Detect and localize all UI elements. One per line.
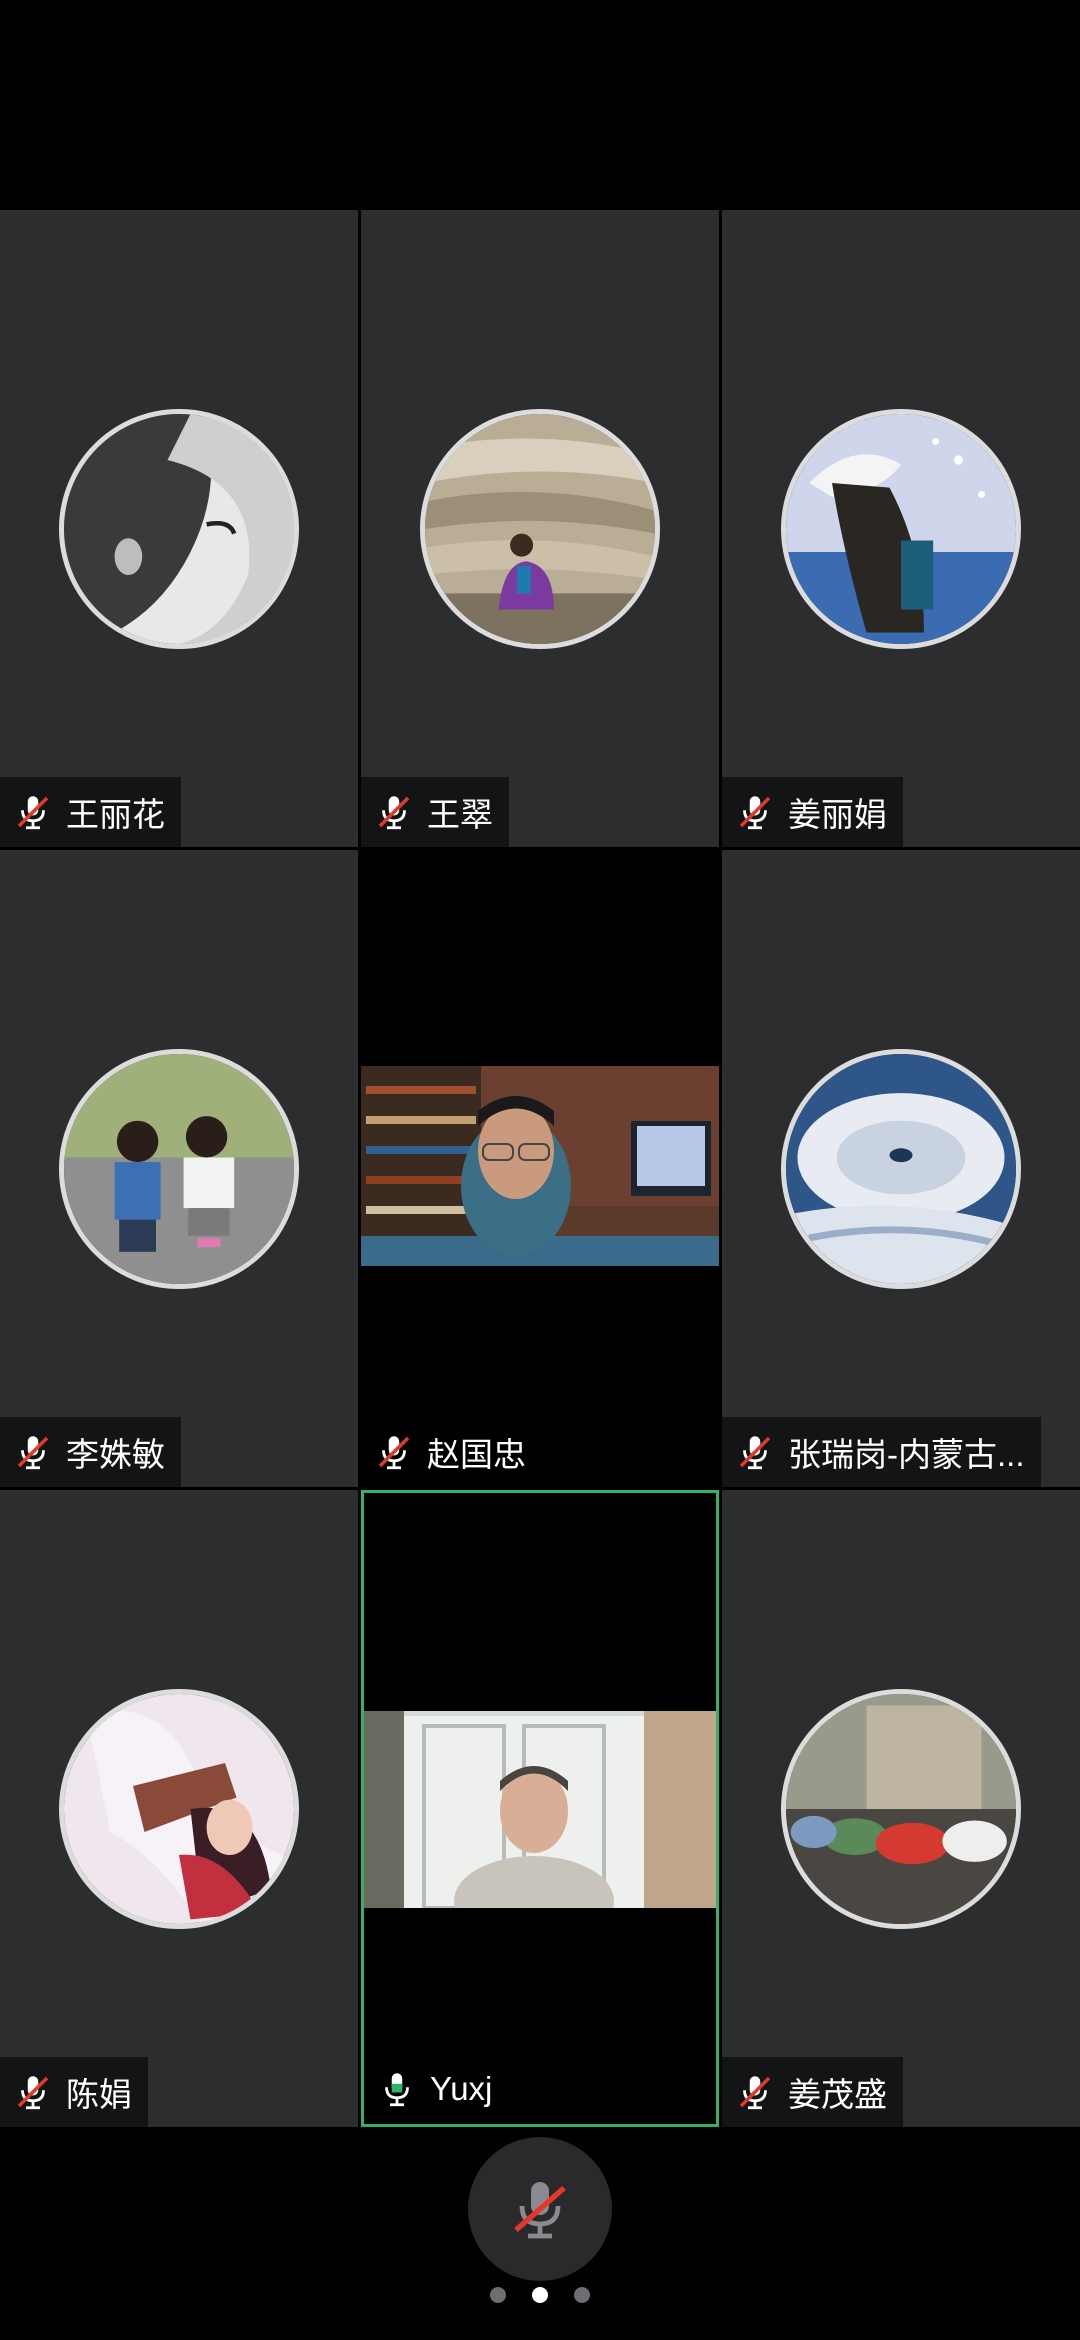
mic-muted-icon [378, 1436, 410, 1470]
participant-name: 姜茂盛 [788, 2076, 887, 2113]
participant-name: 王翠 [427, 796, 493, 833]
mic-muted-icon [378, 796, 410, 830]
mic-muted-icon [739, 2076, 771, 2110]
name-tag: 姜丽娟 [722, 777, 903, 847]
avatar [781, 1049, 1021, 1289]
participant-name: 李姝敏 [66, 1436, 165, 1473]
name-tag: 赵国忠 [361, 1417, 542, 1487]
page-dot-active[interactable] [532, 2287, 548, 2303]
name-tag: 姜茂盛 [722, 2057, 903, 2127]
participant-name: 张瑞岗-内蒙古... [788, 1436, 1025, 1473]
mic-muted-icon [514, 2182, 566, 2239]
page-dot[interactable] [574, 2287, 590, 2303]
meeting-controls [0, 2127, 1080, 2340]
participant-tile-video[interactable]: 赵国忠 [361, 850, 719, 1487]
mic-muted-icon [17, 1436, 49, 1470]
name-tag: 王丽花 [0, 777, 181, 847]
avatar [59, 1689, 299, 1929]
mute-toggle-button[interactable] [468, 2137, 612, 2281]
page-indicator[interactable] [0, 2287, 1080, 2303]
participant-tile[interactable]: 王丽花 [0, 210, 358, 847]
video-feed [361, 1066, 719, 1266]
mic-muted-icon [739, 796, 771, 830]
name-tag: 王翠 [361, 777, 509, 847]
avatar [781, 409, 1021, 649]
video-feed [364, 1711, 716, 1908]
page-dot[interactable] [490, 2287, 506, 2303]
participant-name: 姜丽娟 [788, 796, 887, 833]
mic-active-icon [385, 2073, 409, 2107]
participant-tile[interactable]: 李姝敏 [0, 850, 358, 1487]
avatar [420, 409, 660, 649]
participant-tile[interactable]: 姜丽娟 [722, 210, 1080, 847]
participant-name: Yuxj [430, 2070, 493, 2107]
name-tag: 李姝敏 [0, 1417, 181, 1487]
name-tag: 张瑞岗-内蒙古... [722, 1417, 1041, 1487]
participant-tile[interactable]: 姜茂盛 [722, 1490, 1080, 2127]
participant-tile[interactable]: 王翠 [361, 210, 719, 847]
meeting-screen: 王丽花 王翠 姜丽娟 李姝敏 赵国忠 张瑞岗-内蒙古... 陈娟 Yuxj 姜茂… [0, 0, 1080, 2340]
participant-name: 王丽花 [66, 796, 165, 833]
mic-muted-icon [17, 796, 49, 830]
name-tag: Yuxj [364, 2054, 509, 2124]
name-tag: 陈娟 [0, 2057, 148, 2127]
avatar [59, 1049, 299, 1289]
participant-name: 陈娟 [66, 2076, 132, 2113]
mic-muted-icon [17, 2076, 49, 2110]
participant-tile-active-speaker[interactable]: Yuxj [361, 1490, 719, 2127]
participant-grid: 王丽花 王翠 姜丽娟 李姝敏 赵国忠 张瑞岗-内蒙古... 陈娟 Yuxj 姜茂… [0, 210, 1080, 2127]
participant-tile[interactable]: 张瑞岗-内蒙古... [722, 850, 1080, 1487]
participant-name: 赵国忠 [427, 1436, 526, 1473]
avatar [59, 409, 299, 649]
participant-tile[interactable]: 陈娟 [0, 1490, 358, 2127]
mic-muted-icon [739, 1436, 771, 1470]
avatar [781, 1689, 1021, 1929]
